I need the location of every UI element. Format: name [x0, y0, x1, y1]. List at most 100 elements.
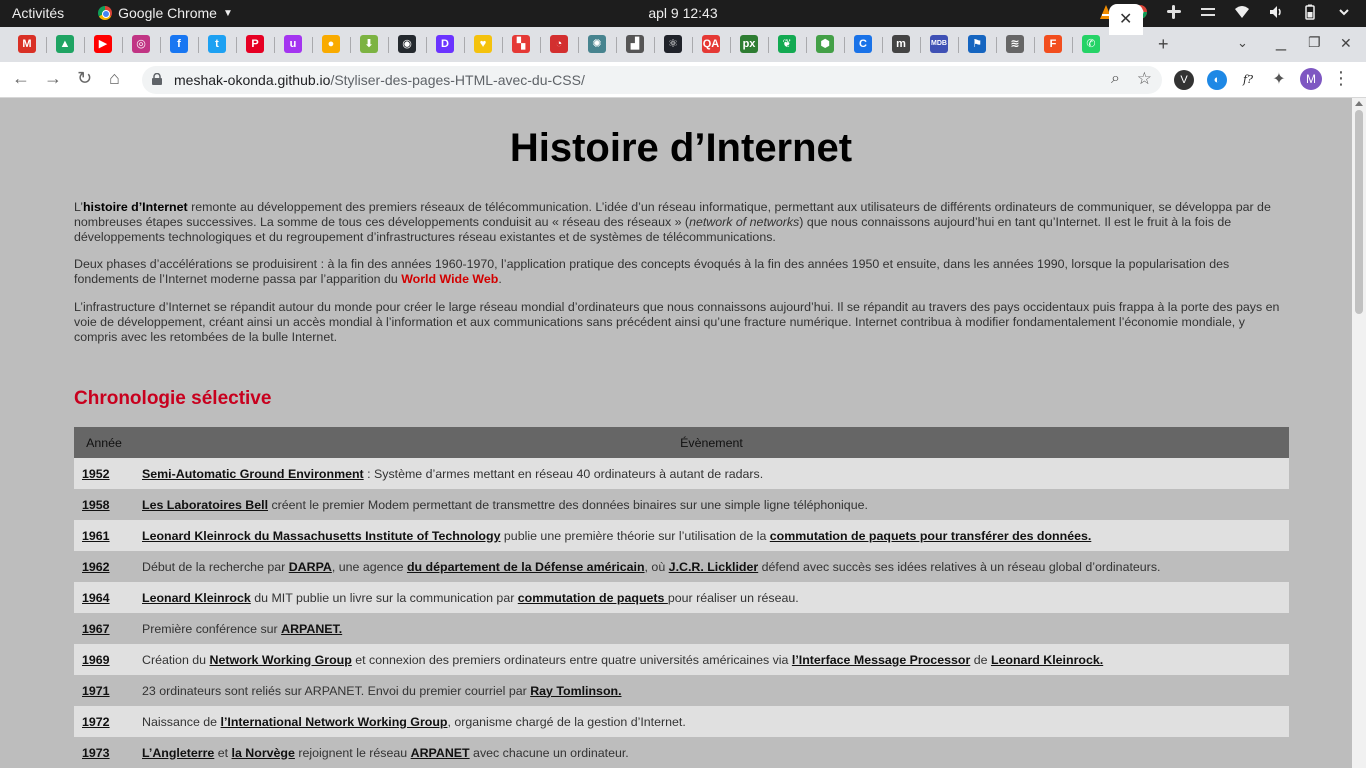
instagram-icon[interactable]: ◎ — [132, 35, 150, 53]
volume-icon[interactable] — [1268, 4, 1284, 20]
minimize-button[interactable]: _ — [1276, 31, 1286, 52]
extension-formula-icon[interactable]: f? — [1238, 70, 1258, 90]
download-icon[interactable]: ⬇ — [360, 35, 378, 53]
scroll-up-arrow-icon[interactable] — [1355, 101, 1363, 106]
clock-app-icon[interactable]: ◔ — [550, 35, 568, 53]
facebook-icon[interactable]: f — [170, 35, 188, 53]
extension-vpn-icon[interactable]: V — [1174, 70, 1194, 90]
dailydev-icon[interactable]: D — [436, 35, 454, 53]
mdb-icon[interactable]: MDB — [930, 35, 948, 53]
event-link[interactable]: l’International Network Working Group — [221, 715, 448, 729]
reload-button[interactable]: ↻ — [77, 68, 92, 89]
stairs-icon[interactable]: ▟ — [626, 35, 644, 53]
event-link[interactable]: Leonard Kleinrock — [142, 591, 251, 605]
c-app-icon[interactable]: C — [854, 35, 872, 53]
maximize-button[interactable]: ❐ — [1308, 34, 1321, 51]
scrollbar-thumb[interactable] — [1355, 110, 1363, 314]
close-tab-icon[interactable]: ✕ — [1119, 9, 1132, 29]
chrome-menu-icon[interactable]: ⋮ — [1332, 68, 1350, 89]
notes-icon[interactable]: ● — [322, 35, 340, 53]
puzzle-app-icon[interactable]: ▚ — [512, 35, 530, 53]
whatsapp-icon[interactable]: ✆ — [1082, 35, 1100, 53]
google-drive-icon[interactable]: ▲ — [56, 35, 74, 53]
event-link[interactable]: Ray Tomlinson. — [530, 684, 621, 698]
event-link[interactable]: l’Interface Message Processor — [792, 653, 970, 667]
event-link[interactable]: J.C.R. Licklider — [669, 560, 759, 574]
tab-separator — [274, 37, 275, 53]
year-cell[interactable]: 1958 — [74, 489, 134, 520]
home-button[interactable]: ⌂ — [109, 68, 120, 89]
event-link[interactable]: Les Laboratoires Bell — [142, 498, 268, 512]
event-link[interactable]: Leonard Kleinrock. — [991, 653, 1103, 667]
forward-button[interactable]: → — [44, 68, 62, 89]
tab-separator — [730, 37, 731, 53]
extension-sync-icon[interactable]: ◐ — [1207, 70, 1227, 90]
react-icon[interactable]: ⚛ — [664, 35, 682, 53]
table-row: 1961 Leonard Kleinrock du Massachusetts I… — [74, 520, 1289, 551]
activities-button[interactable]: Activités — [12, 5, 64, 21]
event-link[interactable]: la Norvège — [232, 746, 295, 760]
tab-separator — [122, 37, 123, 53]
year-cell[interactable]: 1969 — [74, 644, 134, 675]
lock-icon[interactable] — [152, 73, 162, 85]
event-link[interactable]: ARPANET. — [281, 622, 342, 636]
electron-icon[interactable]: ✺ — [588, 35, 606, 53]
column-header-year: Année — [74, 427, 134, 458]
github-icon[interactable]: ◉ — [398, 35, 416, 53]
power-menu-chevron-icon[interactable] — [1336, 4, 1352, 20]
twitter-icon[interactable]: t — [208, 35, 226, 53]
udemy-icon[interactable]: u — [284, 35, 302, 53]
event-link[interactable]: L’Angleterre — [142, 746, 214, 760]
event-link[interactable]: ARPANET — [411, 746, 470, 760]
event-link[interactable]: Semi-Automatic Ground Environment — [142, 467, 364, 481]
gmail-icon[interactable]: M — [18, 35, 36, 53]
feather-icon[interactable]: ≋ — [1006, 35, 1024, 53]
year-cell[interactable]: 1971 — [74, 675, 134, 706]
new-tab-button[interactable]: + — [1158, 34, 1169, 55]
event-cell: 23 ordinateurs sont reliés sur ARPANET. … — [134, 675, 1289, 706]
year-cell[interactable]: 1972 — [74, 706, 134, 737]
heart-icon[interactable]: ♥ — [474, 35, 492, 53]
pinterest-icon[interactable]: P — [246, 35, 264, 53]
app-menu-label: Google Chrome — [118, 5, 217, 21]
active-tab[interactable]: ✕ — [1109, 4, 1143, 35]
tab-separator — [578, 37, 579, 53]
extensions-puzzle-icon[interactable]: ✦ — [1269, 70, 1289, 90]
youtube-icon[interactable]: ▶ — [94, 35, 112, 53]
mongodb-icon[interactable]: ❦ — [778, 35, 796, 53]
back-button[interactable]: ← — [12, 68, 30, 89]
network-vpn-icon[interactable] — [1200, 4, 1216, 20]
intro-strong: histoire d’Internet — [82, 200, 188, 214]
app-menu-button[interactable]: Google Chrome ▼ — [98, 5, 233, 21]
avatar[interactable]: M — [1300, 68, 1322, 90]
browser-toolbar: ← → ↻ ⌂ meshak-okonda.github.io/Styliser… — [0, 62, 1366, 98]
year-cell[interactable]: 1961 — [74, 520, 134, 551]
year-cell[interactable]: 1967 — [74, 613, 134, 644]
qa-icon[interactable]: QA — [702, 35, 720, 53]
wifi-icon[interactable] — [1234, 4, 1250, 20]
bookmark-star-icon[interactable]: ☆ — [1137, 69, 1152, 89]
year-cell[interactable]: 1964 — [74, 582, 134, 613]
event-link[interactable]: commutation de paquets pour transférer d… — [770, 529, 1092, 543]
node-icon[interactable]: ⬢ — [816, 35, 834, 53]
event-link[interactable]: commutation de paquets — [518, 591, 668, 605]
zoom-search-icon[interactable]: ⌕ — [1111, 70, 1120, 88]
event-link[interactable]: Network Working Group — [210, 653, 352, 667]
close-window-button[interactable]: ✕ — [1340, 35, 1352, 52]
slack-icon[interactable] — [1166, 4, 1182, 20]
year-cell[interactable]: 1962 — [74, 551, 134, 582]
event-link[interactable]: DARPA — [289, 560, 332, 574]
year-cell[interactable]: 1973 — [74, 737, 134, 768]
flag-icon[interactable]: ⚑ — [968, 35, 986, 53]
event-link[interactable]: du département de la Défense américain — [407, 560, 645, 574]
world-wide-web-link[interactable]: World Wide Web — [401, 272, 498, 286]
event-link[interactable]: Leonard Kleinrock du Massachusetts Insti… — [142, 529, 500, 543]
address-bar[interactable]: meshak-okonda.github.io/Styliser-des-pag… — [142, 66, 1162, 94]
year-cell[interactable]: 1952 — [74, 458, 134, 489]
figma-icon[interactable]: F — [1044, 35, 1062, 53]
battery-icon[interactable] — [1302, 4, 1318, 20]
px-icon[interactable]: px — [740, 35, 758, 53]
medium-icon[interactable]: m — [892, 35, 910, 53]
tab-search-button[interactable]: ⌄ — [1237, 35, 1248, 51]
vertical-scrollbar[interactable] — [1352, 98, 1366, 768]
